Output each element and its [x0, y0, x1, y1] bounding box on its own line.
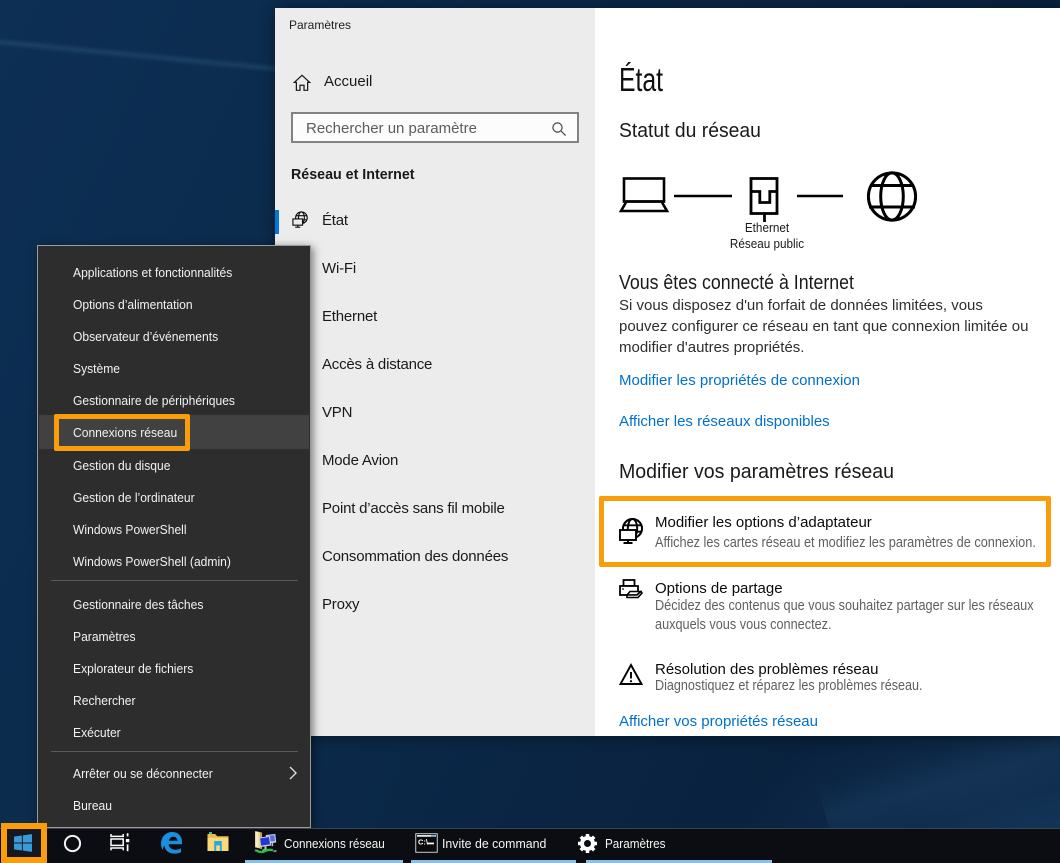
svg-text:C:\: C:\ — [418, 838, 429, 847]
